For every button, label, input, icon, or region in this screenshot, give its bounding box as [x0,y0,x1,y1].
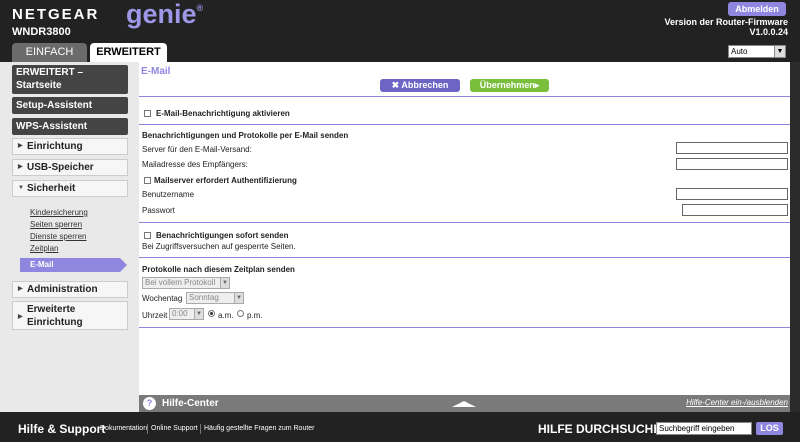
chevron-right-icon: ▶ [18,164,23,170]
tab-advanced[interactable]: ERWEITERT [90,43,167,62]
chevron-right-icon: ▶ [18,314,23,320]
sidebar-item-setup-wizard[interactable]: Setup-Assistent [12,97,128,114]
divider [147,424,148,434]
sidebar-subitem-schedule[interactable]: Zeitplan [30,244,58,253]
main-content: E-Mail ✖ Abbrechen Übernehmen▸ E-Mail-Be… [139,62,790,395]
firmware-label: Version der Router-Firmware [664,17,788,27]
sidebar-item-setup[interactable]: ▶ Einrichtung [12,138,128,155]
server-label: Server für den E-Mail-Versand: [142,145,252,154]
divider [139,257,790,258]
sidebar-subitem-block-sites[interactable]: Seiten sperren [30,220,82,229]
search-title: HILFE DURCHSUCHEN [538,422,670,436]
sidebar: ERWEITERT – Startseite Setup-Assistent W… [0,62,139,412]
help-center-toggle-link[interactable]: Hilfe-Center ein-/ausblenden [686,398,788,407]
divider [139,124,790,125]
schedule-select[interactable]: Bei vollem Protokoll ▼ [142,277,230,289]
chevron-down-icon: ▼ [234,293,243,303]
divider [139,222,790,223]
pm-radio[interactable] [237,310,244,317]
chevron-right-icon: ▶ [18,143,23,149]
auth-checkbox[interactable] [144,177,151,184]
genie-logo: genie® [126,0,204,29]
sidebar-item-label: Administration [27,284,98,295]
sidebar-item-label: ERWEITERT – [16,67,84,78]
chevron-down-icon: ▼ [774,46,785,57]
divider [139,327,790,328]
faq-link[interactable]: Häufig gestellte Fragen zum Router [204,425,315,432]
sidebar-item-label: USB-Speicher [27,162,94,173]
sidebar-item-label: Einrichtung [27,141,83,152]
chevron-right-icon: ▶ [18,286,23,292]
help-center-title: Hilfe-Center [162,398,219,409]
apply-label: Übernehmen [479,80,535,90]
divider [139,96,790,97]
cancel-label: Abbrechen [401,80,449,90]
am-label: a.m. [218,311,234,320]
help-center-bar: ? Hilfe-Center Hilfe-Center ein-/ausblen… [139,395,790,412]
logout-button[interactable]: Abmelden [728,2,786,16]
sidebar-item-wps-wizard[interactable]: WPS-Assistent [12,118,128,135]
question-icon: ? [143,397,156,410]
sidebar-item-administration[interactable]: ▶ Administration [12,281,128,298]
sidebar-subitem-email[interactable]: E-Mail [20,258,127,272]
sidebar-item-advanced-setup[interactable]: ▶ Erweiterte Einrichtung [12,301,128,330]
password-label: Passwort [142,206,175,215]
time-select[interactable]: 0:00 ▼ [169,308,204,320]
language-select[interactable]: Auto ▼ [728,45,786,58]
weekday-select[interactable]: Sonntag ▼ [186,292,244,304]
password-input[interactable] [682,204,788,216]
am-radio[interactable] [208,310,215,317]
footer-title: Hilfe & Support [18,422,106,436]
expand-arrow-icon[interactable] [452,401,476,407]
pm-label: p.m. [247,311,263,320]
header: NETGEAR genie® WNDR3800 Abmelden Version… [0,0,800,62]
close-icon: ✖ [391,80,402,90]
sidebar-item-advanced-home[interactable]: ERWEITERT – Startseite [12,65,128,94]
arrow-right-icon: ▸ [534,80,540,90]
apply-button[interactable]: Übernehmen▸ [470,79,549,92]
divider [200,424,201,434]
language-value: Auto [731,47,748,56]
sidebar-item-security[interactable]: ▼ Sicherheit [12,180,128,197]
search-input[interactable] [656,422,752,435]
recipient-label: Mailadresse des Empfängers: [142,160,248,169]
netgear-logo: NETGEAR [12,6,100,23]
chevron-down-icon: ▼ [220,278,229,288]
sidebar-item-usb-storage[interactable]: ▶ USB-Speicher [12,159,128,176]
page-title: E-Mail [141,66,171,77]
username-label: Benutzername [142,190,195,199]
server-input[interactable] [676,142,788,154]
sidebar-subitem-parental-control[interactable]: Kindersicherung [30,208,88,217]
sidebar-item-label: Startseite [16,80,62,91]
online-support-link[interactable]: Online Support [151,425,198,432]
footer: Hilfe & Support Dokumentation Online Sup… [0,412,800,442]
sidebar-item-label: Erweiterte [27,304,76,315]
send-section-heading: Benachrichtigungen und Protokolle per E-… [142,131,349,140]
schedule-select-value: Bei vollem Protokoll [145,278,216,287]
time-label: Uhrzeit [142,311,168,320]
time-select-value: 0:00 [172,309,188,318]
immediate-notification-checkbox[interactable] [144,232,151,239]
documentation-link[interactable]: Dokumentation [100,425,147,432]
sidebar-item-label: Sicherheit [27,183,76,194]
sidebar-item-label: Einrichtung [27,317,83,328]
enable-notification-checkbox[interactable] [144,110,151,117]
weekday-label: Wochentag [142,294,183,303]
username-input[interactable] [676,188,788,200]
schedule-section-heading: Protokolle nach diesem Zeitplan senden [142,265,295,274]
sidebar-subitem-block-services[interactable]: Dienste sperren [30,232,86,241]
enable-notification-label: E-Mail-Benachrichtigung aktivieren [156,109,290,118]
firmware-version: V1.0.0.24 [749,27,788,37]
immediate-notification-label: Benachrichtigungen sofort senden [156,231,289,240]
tab-basic[interactable]: EINFACH [12,43,87,62]
immediate-notification-desc: Bei Zugriffsversuchen auf gesperrte Seit… [142,242,296,251]
chevron-down-icon: ▼ [18,185,24,191]
auth-label: Mailserver erfordert Authentifizierung [154,176,297,185]
search-button[interactable]: LOS [756,422,783,435]
recipient-input[interactable] [676,158,788,170]
chevron-down-icon: ▼ [194,309,203,319]
cancel-button[interactable]: ✖ Abbrechen [380,79,460,92]
model-name: WNDR3800 [12,26,71,38]
weekday-select-value: Sonntag [189,293,219,302]
